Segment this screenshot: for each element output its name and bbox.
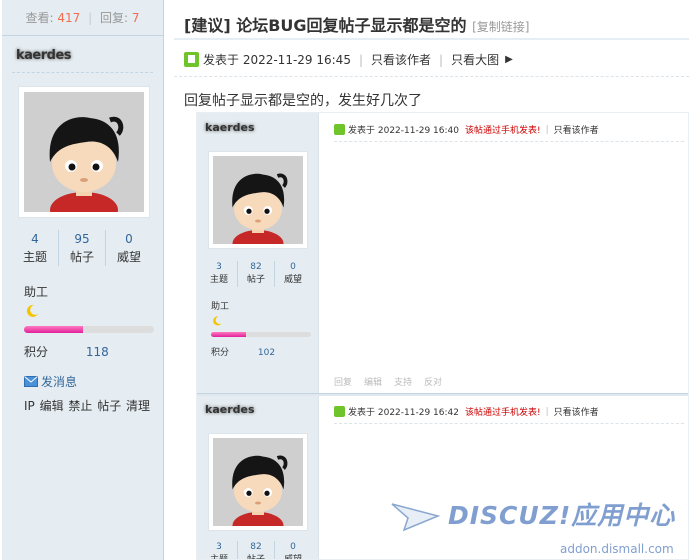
stat-value: 0	[290, 542, 296, 552]
edit-action: 编辑	[364, 378, 383, 388]
credit-value[interactable]: 118	[86, 345, 109, 359]
author-username[interactable]: kaerdes	[16, 48, 72, 63]
send-message-link[interactable]: 发消息	[24, 373, 77, 390]
stat-label: 帖子	[246, 275, 265, 285]
views-label: 查看:	[25, 11, 54, 25]
embed-avatar	[208, 151, 308, 249]
embed-credits: 积分 102	[211, 345, 275, 358]
stat-label: 主题	[209, 555, 228, 560]
stat-value: 95	[74, 232, 90, 246]
embed-username: kaerdes	[205, 121, 255, 134]
stat-label: 帖子	[69, 250, 94, 264]
embed-username: kaerdes	[205, 403, 255, 416]
user-rank[interactable]: 助工	[24, 283, 48, 300]
watermark-url: addon.dismall.com	[560, 542, 674, 556]
stat-value: 3	[216, 542, 222, 552]
moon-icon	[26, 304, 38, 317]
online-icon	[334, 124, 345, 135]
stat-value: 0	[125, 232, 133, 246]
stat-value: 82	[250, 542, 262, 552]
caret-right-icon[interactable]: ▶	[505, 54, 513, 65]
post-main: [建议] 论坛BUG回复帖子显示都是空的 [复制链接] 发表于 2022-11-…	[174, 0, 689, 560]
oppose-action: 反对	[424, 378, 443, 388]
stat-threads[interactable]: 4 主题	[12, 230, 59, 266]
credits: 积分 118	[24, 343, 109, 360]
divider	[12, 72, 153, 73]
moon-icon	[213, 316, 222, 326]
big-image-link[interactable]: 只看大图	[451, 51, 499, 68]
user-stats: 4 主题 95 帖子 0 威望	[12, 230, 152, 266]
stat-value: 4	[31, 232, 39, 246]
embed-post-divider	[197, 393, 688, 396]
envelope-icon	[24, 376, 38, 387]
stat-label: 主题	[209, 275, 228, 285]
post-meta: 发表于 2022-11-29 16:45 | 只看该作者 | 只看大图 ▶	[184, 51, 513, 68]
credit-label: 积分	[211, 348, 230, 358]
embed-post-meta: 发表于 2022-11-29 16:40 该帖通过手机发表! | 只看该作者	[334, 123, 599, 136]
views-count: 417	[57, 11, 81, 25]
post-time: 发表于 2022-11-29 16:45	[203, 53, 351, 67]
embed-rank: 助工	[211, 302, 230, 312]
meta-separator: |	[439, 52, 444, 67]
embed-post-meta: 发表于 2022-11-29 16:42 该帖通过手机发表! | 只看该作者	[334, 405, 599, 418]
credit-label: 积分	[24, 345, 49, 359]
embed-mobile-note: 该帖通过手机发表!	[464, 126, 541, 136]
thread-title: [建议] 论坛BUG回复帖子显示都是空的	[184, 16, 467, 35]
avatar-image	[24, 92, 144, 212]
thread-stats: 查看: 417 | 回复: 7	[2, 0, 163, 36]
embed-avatar	[208, 433, 308, 531]
replies-label: 回复:	[99, 11, 129, 25]
online-icon	[184, 52, 199, 67]
stat-posts[interactable]: 95 帖子	[59, 230, 106, 266]
stats-separator: |	[88, 11, 93, 25]
credit-value: 102	[257, 348, 276, 358]
stat-label: 主题	[22, 250, 47, 264]
online-icon	[334, 406, 345, 417]
stat-value: 0	[290, 262, 296, 272]
reply-action: 回复	[334, 378, 353, 388]
divider	[334, 141, 684, 142]
embed-only-author: 只看该作者	[553, 126, 599, 136]
embed-post-time: 发表于 2022-11-29 16:40	[348, 126, 459, 136]
stat-label: 威望	[283, 275, 302, 285]
author-sidebar: 查看: 417 | 回复: 7 kaerdes 4 主题 95 帖子 0 威望 …	[2, 0, 164, 560]
stat-value: 82	[250, 262, 262, 272]
embed-user-stats: 3 主题 82 帖子 0 威望	[201, 261, 311, 287]
stat-label: 帖子	[246, 555, 265, 560]
embed-mobile-note: 该帖通过手机发表!	[464, 408, 541, 418]
divider	[174, 76, 689, 77]
embed-rank-progress-bar	[211, 332, 311, 337]
meta-separator: |	[545, 124, 549, 135]
copy-link-button[interactable]: [复制链接]	[472, 20, 529, 34]
attached-screenshot[interactable]: kaerdes 3 主题 82 帖子 0 威望 助工 积分 102 发表于 2022-…	[196, 112, 689, 560]
send-message-label: 发消息	[41, 375, 78, 389]
embed-avatar-image	[213, 438, 303, 526]
stat-label: 威望	[283, 555, 302, 560]
thread-title-row: [建议] 论坛BUG回复帖子显示都是空的 [复制链接]	[184, 12, 529, 36]
post-content: 回复帖子显示都是空的，发生好几次了	[184, 93, 422, 109]
avatar[interactable]	[18, 86, 150, 218]
only-author-link[interactable]: 只看该作者	[371, 51, 431, 68]
stat-label: 威望	[116, 250, 141, 264]
embed-post-actions: 回复 编辑 支持 反对	[334, 375, 442, 388]
replies-count: 7	[131, 11, 140, 25]
meta-separator: |	[358, 52, 363, 67]
embed-avatar-image	[213, 156, 303, 244]
support-action: 支持	[394, 378, 413, 388]
embed-rank-progress-fill	[211, 332, 246, 337]
meta-separator: |	[545, 406, 549, 417]
stat-value: 3	[216, 262, 222, 272]
moderation-tools[interactable]: IP 编辑 禁止 帖子 清理	[24, 397, 150, 414]
embed-post-time: 发表于 2022-11-29 16:42	[348, 408, 459, 418]
rank-progress-bar	[24, 326, 154, 333]
rank-progress-fill	[24, 326, 83, 333]
stat-prestige[interactable]: 0 威望	[106, 230, 152, 266]
divider	[334, 423, 684, 424]
paper-plane-icon	[391, 503, 440, 532]
divider	[174, 38, 689, 40]
embed-user-stats: 3 主题 82 帖子 0 威望	[201, 541, 311, 560]
embed-only-author: 只看该作者	[553, 408, 599, 418]
watermark-brand: DISCUZ!应用中心	[448, 501, 676, 530]
